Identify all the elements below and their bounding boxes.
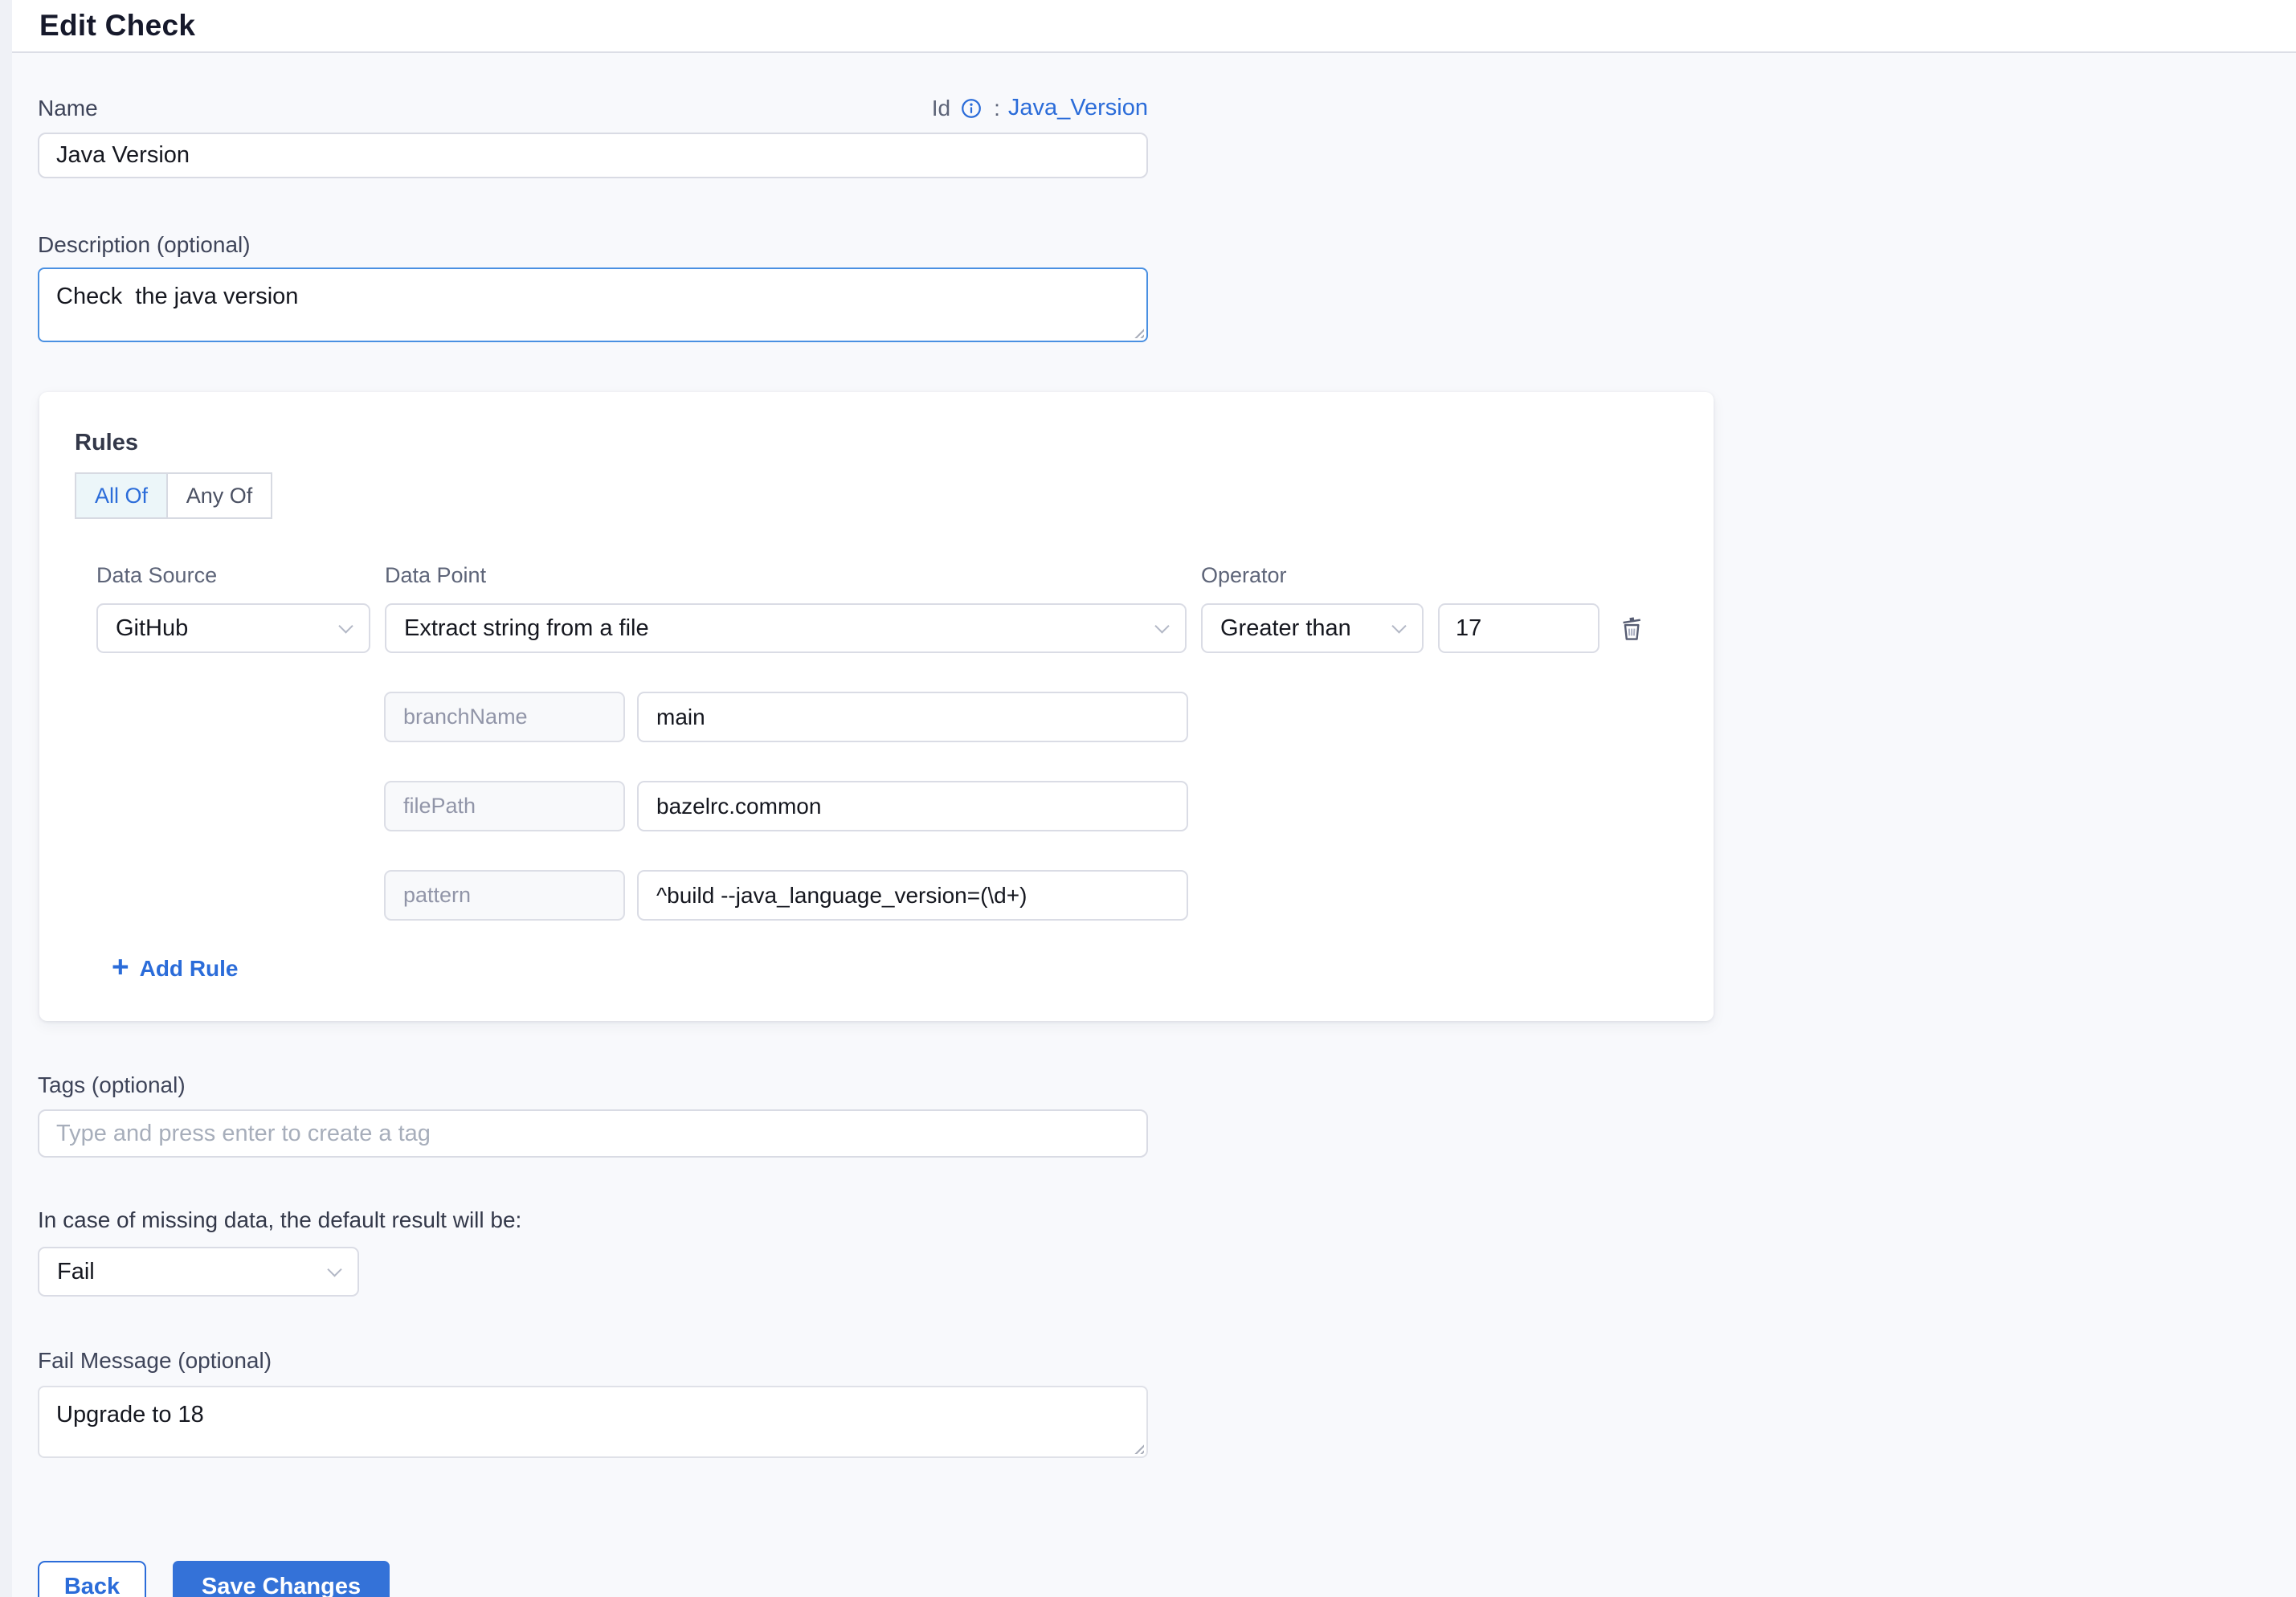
form-content: Name Id : Java_Version Description (opti… — [0, 95, 2296, 1597]
all-of-button[interactable]: All Of — [75, 472, 168, 519]
chevron-down-icon — [338, 619, 353, 633]
info-icon[interactable] — [958, 96, 984, 121]
back-button[interactable]: Back — [38, 1561, 146, 1597]
rule-params — [384, 692, 1678, 921]
delete-rule-button[interactable] — [1614, 603, 1649, 653]
param-row — [384, 781, 1678, 831]
description-label: Description (optional) — [38, 232, 2296, 258]
tags-label: Tags (optional) — [38, 1072, 2296, 1098]
check-id-group: Id : Java_Version — [932, 95, 1148, 121]
description-wrap — [38, 268, 1148, 342]
name-id-row: Name Id : Java_Version — [38, 95, 1148, 121]
fail-message-label: Fail Message (optional) — [38, 1348, 2296, 1374]
id-value-link[interactable]: Java_Version — [1008, 95, 1148, 121]
operator-label: Operator — [1201, 563, 1424, 588]
param-key-input — [384, 781, 625, 831]
param-value-input[interactable] — [637, 692, 1188, 742]
form-actions: Back Save Changes — [38, 1561, 2296, 1597]
data-point-label: Data Point — [385, 563, 1187, 588]
name-label: Name — [38, 96, 98, 121]
param-row — [384, 692, 1678, 742]
add-rule-button[interactable]: + Add Rule — [112, 955, 239, 982]
param-value-input[interactable] — [637, 781, 1188, 831]
chevron-down-icon — [327, 1262, 341, 1276]
trash-icon — [1618, 613, 1645, 643]
data-source-label: Data Source — [96, 563, 370, 588]
plus-icon: + — [112, 952, 129, 982]
fail-message-wrap — [38, 1386, 1148, 1458]
any-of-button[interactable]: Any Of — [166, 472, 272, 519]
operand-input[interactable] — [1438, 603, 1599, 653]
chevron-down-icon — [1154, 619, 1169, 633]
tags-input[interactable] — [38, 1109, 1148, 1158]
rule-labels-row: Data Source Data Point Operator — [96, 563, 1678, 588]
missing-data-label: In case of missing data, the default res… — [38, 1207, 2296, 1233]
rules-match-toggle: All Of Any Of — [75, 472, 1678, 519]
rules-title: Rules — [75, 430, 1678, 456]
rule-row: Data Source Data Point Operator GitHub E… — [96, 563, 1678, 982]
default-result-select[interactable]: Fail — [38, 1247, 359, 1297]
rules-card: Rules All Of Any Of Data Source Data Poi… — [39, 392, 1714, 1021]
data-source-select[interactable]: GitHub — [96, 603, 370, 653]
id-colon: : — [994, 96, 1000, 121]
page-title: Edit Check — [39, 9, 195, 43]
fail-message-textarea[interactable] — [38, 1386, 1148, 1458]
chevron-down-icon — [1391, 619, 1406, 633]
name-input[interactable] — [38, 133, 1148, 178]
add-rule-label: Add Rule — [140, 956, 239, 982]
param-value-input[interactable] — [637, 870, 1188, 921]
description-textarea[interactable] — [38, 268, 1148, 342]
rule-controls-row: GitHub Extract string from a file Greate… — [96, 603, 1678, 653]
save-changes-button[interactable]: Save Changes — [173, 1561, 390, 1597]
operator-select[interactable]: Greater than — [1201, 603, 1424, 653]
left-edge-strip — [0, 0, 12, 1597]
param-key-input — [384, 692, 625, 742]
param-row — [384, 870, 1678, 921]
param-key-input — [384, 870, 625, 921]
id-label: Id — [932, 96, 950, 121]
page-header: Edit Check — [0, 0, 2296, 53]
edit-check-page: Edit Check Name Id : Java_Version Descr — [0, 0, 2296, 1597]
data-point-select[interactable]: Extract string from a file — [385, 603, 1187, 653]
